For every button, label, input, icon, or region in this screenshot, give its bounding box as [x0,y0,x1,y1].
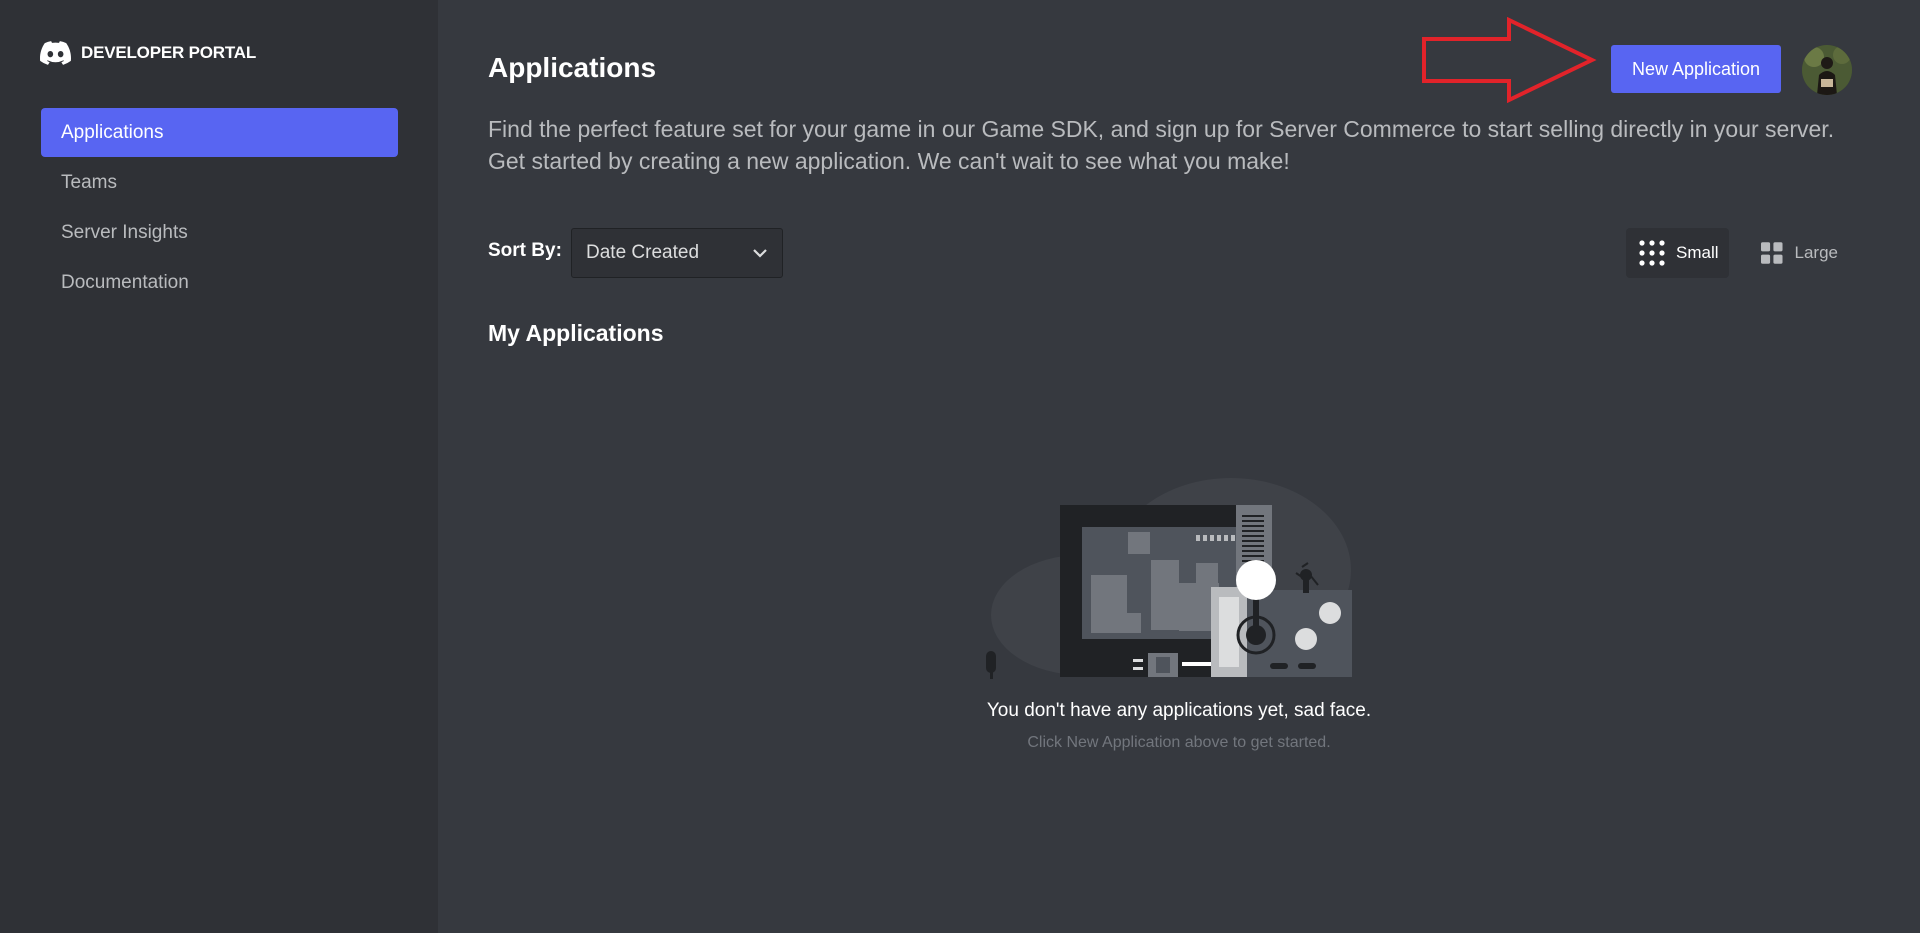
sidebar-item-documentation[interactable]: Documentation [41,258,398,307]
sidebar: DEVELOPER PORTAL Applications Teams Serv… [0,0,438,933]
avatar-photo-icon [1802,45,1852,95]
page-title: Applications [488,52,657,83]
new-application-button[interactable]: New Application [1611,45,1781,93]
large-grid-icon [1761,242,1783,264]
user-avatar[interactable] [1802,45,1852,95]
small-grid-icon [1639,240,1665,266]
view-toggle-large[interactable]: Large [1738,228,1838,278]
view-toggle-small-label: Small [1676,243,1719,262]
empty-state-title: You don't have any applications yet, sad… [986,700,1372,721]
sort-by-label: Sort By: [488,240,562,261]
page-description: Find the perfect feature set for your ga… [488,116,1835,174]
empty-state-subtitle: Click New Application above to get start… [1027,734,1331,751]
view-toggle-small[interactable]: Small [1626,228,1729,278]
sidebar-item-applications[interactable]: Applications [41,108,398,157]
brand-title: DEVELOPER PORTAL [81,43,257,62]
empty-state-illustration [986,478,1352,679]
sort-selected-value: Date Created [586,242,700,263]
sort-by-select[interactable]: Date Created [571,228,783,278]
main-content: Applications New Application Find the pe… [438,0,1920,933]
chevron-down-icon [753,249,767,258]
annotation-arrow-icon [1422,17,1597,103]
my-applications-heading: My Applications [488,320,664,346]
discord-logo-icon [40,41,71,65]
sidebar-item-server-insights[interactable]: Server Insights [41,208,398,257]
sidebar-nav: Applications Teams Server Insights Docum… [41,108,398,308]
sidebar-item-teams[interactable]: Teams [41,158,398,207]
view-toggle-large-label: Large [1794,243,1838,262]
brand[interactable]: DEVELOPER PORTAL [40,38,256,68]
